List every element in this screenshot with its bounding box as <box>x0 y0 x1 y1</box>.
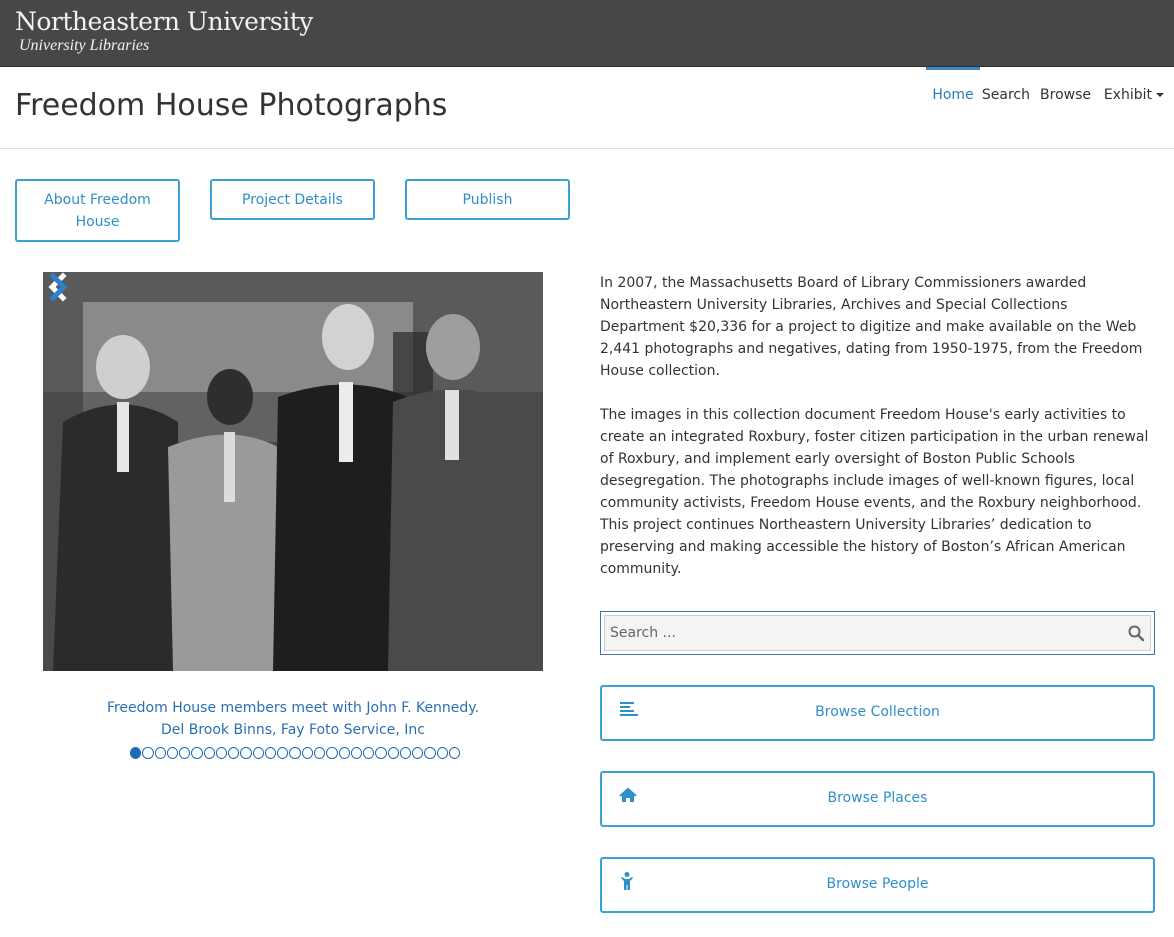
nav-exhibit[interactable]: Exhibit <box>1104 67 1164 122</box>
carousel-dot[interactable] <box>363 747 375 759</box>
carousel-dot[interactable] <box>154 747 166 759</box>
carousel-dot[interactable] <box>228 747 240 759</box>
carousel-dot[interactable] <box>350 747 363 759</box>
browse-people-button[interactable]: Browse People <box>600 857 1155 913</box>
carousel-photo[interactable] <box>43 272 543 671</box>
carousel-dot[interactable] <box>166 747 179 759</box>
carousel-dot[interactable] <box>289 747 301 759</box>
carousel-dot[interactable] <box>264 747 277 759</box>
carousel-dot[interactable] <box>326 747 338 759</box>
publish-button[interactable]: Publish <box>405 179 570 220</box>
description-paragraph-1: In 2007, the Massachusetts Board of Libr… <box>600 275 1143 379</box>
carousel-dot[interactable] <box>203 747 215 759</box>
carousel-dot[interactable] <box>448 747 461 759</box>
carousel-dot[interactable] <box>142 747 154 759</box>
carousel-dot[interactable] <box>277 747 289 759</box>
search-box <box>600 611 1155 655</box>
search-input[interactable] <box>604 615 1151 651</box>
collection-description: In 2007, the Massachusetts Board of Libr… <box>600 272 1155 602</box>
browse-people-label: Browse People <box>826 876 929 892</box>
carousel-pagination <box>130 747 461 761</box>
search-icon[interactable] <box>1127 624 1145 642</box>
carousel-dot[interactable] <box>252 747 264 759</box>
carousel-dot[interactable] <box>130 747 142 759</box>
carousel-dot[interactable] <box>215 747 228 759</box>
caption-line-2: Del Brook Binns, Fay Foto Service, Inc <box>161 722 425 738</box>
brand-subtitle[interactable]: University Libraries <box>19 37 149 55</box>
carousel-dot[interactable] <box>313 747 326 759</box>
carousel-dot[interactable] <box>399 747 412 759</box>
browse-places-label: Browse Places <box>827 790 928 806</box>
project-details-button[interactable]: Project Details <box>210 179 375 220</box>
carousel-dot[interactable] <box>412 747 424 759</box>
carousel-dot[interactable] <box>240 747 252 759</box>
carousel-dot[interactable] <box>301 747 313 759</box>
carousel-dot[interactable] <box>387 747 399 759</box>
description-paragraph-2: The images in this collection document F… <box>600 407 1149 577</box>
header-divider <box>0 148 1174 149</box>
carousel-dot[interactable] <box>375 747 387 759</box>
carousel-dot[interactable] <box>424 747 436 759</box>
photo-carousel <box>43 272 543 671</box>
carousel-dot[interactable] <box>191 747 203 759</box>
nav-browse[interactable]: Browse <box>1040 67 1091 122</box>
nav-home[interactable]: Home <box>926 67 980 122</box>
caret-down-icon <box>1156 93 1164 97</box>
carousel-caption[interactable]: Freedom House members meet with John F. … <box>43 697 543 741</box>
carousel-dot[interactable] <box>179 747 191 759</box>
browse-places-button[interactable]: Browse Places <box>600 771 1155 827</box>
brand-name[interactable]: Northeastern University <box>15 7 313 36</box>
about-freedom-house-button[interactable]: About Freedom House <box>15 179 180 242</box>
nav-search[interactable]: Search <box>982 67 1030 122</box>
caption-line-1: Freedom House members meet with John F. … <box>106 700 480 716</box>
top-header-bar: Northeastern University University Libra… <box>0 0 1174 67</box>
browse-collection-label: Browse Collection <box>815 704 940 720</box>
carousel-dot[interactable] <box>436 747 448 759</box>
browse-collection-button[interactable]: Browse Collection <box>600 685 1155 741</box>
page-title: Freedom House Photographs <box>15 88 448 123</box>
nav-exhibit-label: Exhibit <box>1103 87 1152 103</box>
carousel-dot[interactable] <box>338 747 350 759</box>
carousel-next-icon[interactable] <box>43 272 73 302</box>
